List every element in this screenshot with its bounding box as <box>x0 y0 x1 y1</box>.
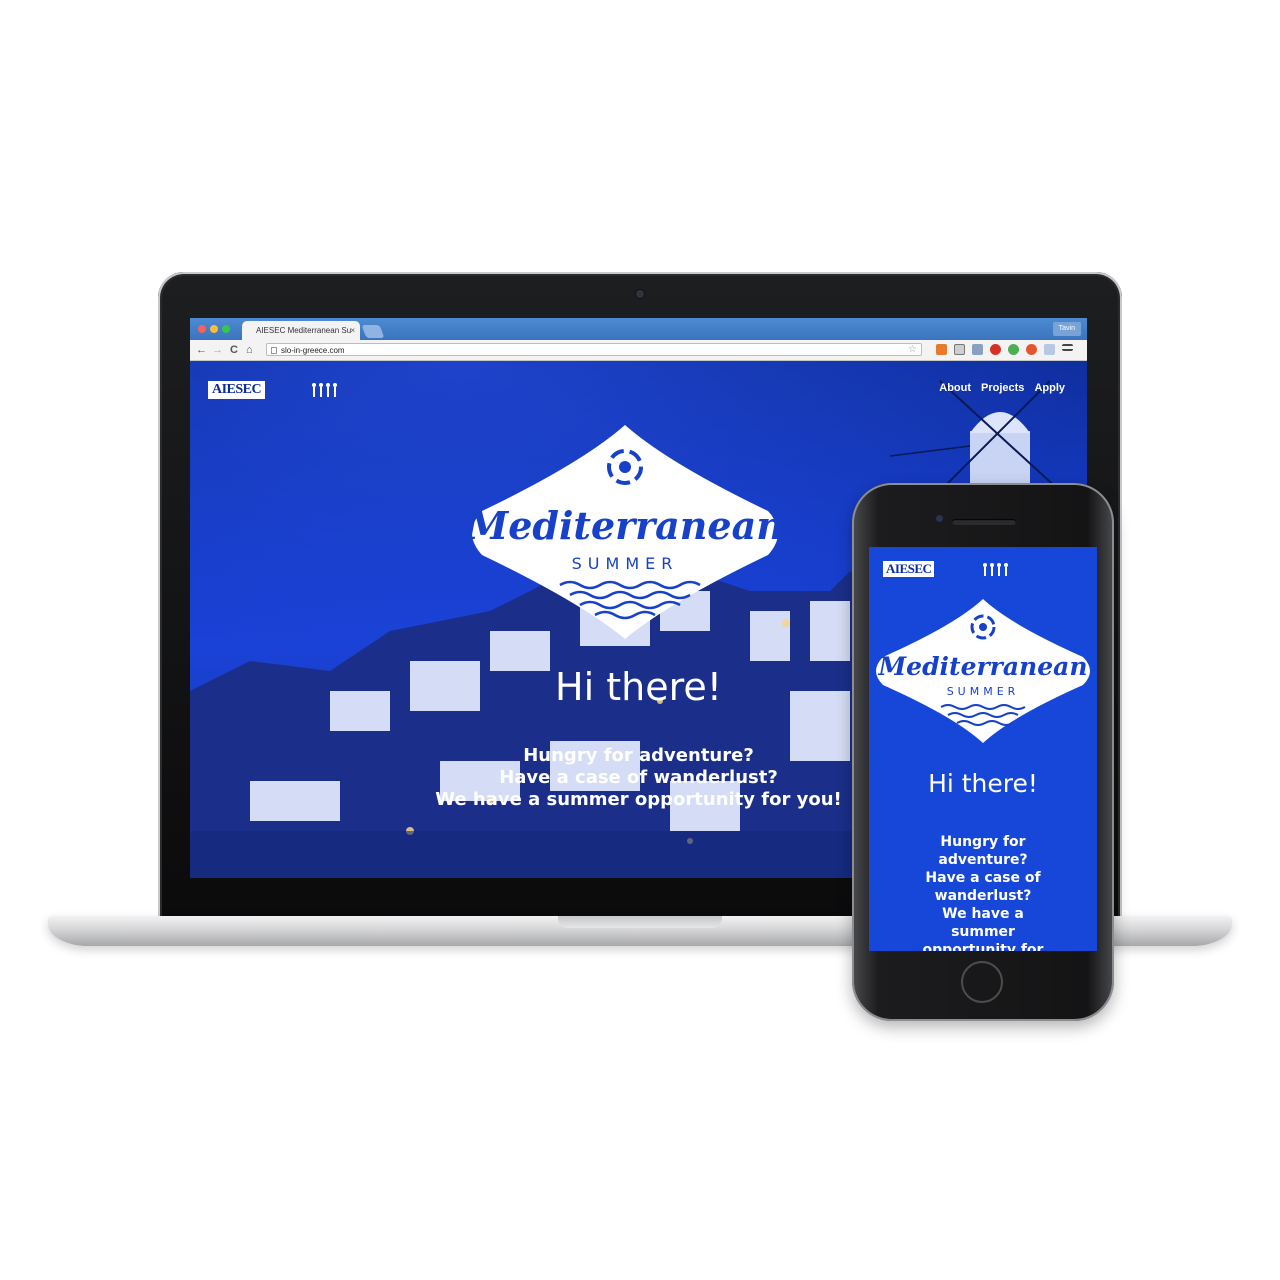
menu-icon[interactable] <box>1062 344 1073 351</box>
hero-line: summer <box>951 924 1015 940</box>
site-nav: About Projects Apply <box>939 382 1065 394</box>
phone: AIESEC Mediterranean SUMMER Hi there! Hu… <box>852 483 1114 1021</box>
aiesec-logo[interactable]: AIESEC <box>883 561 935 577</box>
user-profile-button[interactable]: Tavin <box>1052 322 1081 336</box>
aiesec-figures-icon <box>310 381 340 399</box>
aiesec-figures-icon <box>981 561 1011 582</box>
extension-icon[interactable] <box>1008 344 1019 355</box>
speaker-grille <box>952 519 1016 525</box>
nav-projects-link[interactable]: Projects <box>981 382 1024 394</box>
nav-about-link[interactable]: About <box>939 382 971 394</box>
camera-icon <box>636 290 644 298</box>
badge-title: Mediterranean <box>877 652 1087 681</box>
camera-icon <box>936 515 943 522</box>
phone-screen: AIESEC Mediterranean SUMMER Hi there! Hu… <box>869 547 1097 951</box>
badge-subtitle: SUMMER <box>572 554 679 573</box>
hero-line: We have a <box>942 906 1024 922</box>
home-button[interactable] <box>961 961 1003 1003</box>
extension-icon[interactable] <box>954 344 965 355</box>
tab-title: AIESEC Mediterranean Su <box>256 326 352 335</box>
hero-line: wanderlust? <box>934 888 1032 904</box>
maximize-window-button[interactable] <box>222 325 230 333</box>
browser-toolbar: ← → C ⌂ slo-in-greece.com ☆ <box>190 340 1087 361</box>
new-tab-button[interactable] <box>361 325 385 338</box>
badge-subtitle: SUMMER <box>947 685 1020 698</box>
browser-tab[interactable]: AIESEC Mediterranean Su × <box>242 321 360 340</box>
hero-line: adventure? <box>938 852 1028 868</box>
laptop-notch <box>558 916 722 928</box>
tab-close-icon[interactable]: × <box>350 321 355 340</box>
forward-button[interactable]: → <box>212 343 223 357</box>
nav-apply-link[interactable]: Apply <box>1034 382 1065 394</box>
star-icon[interactable]: ☆ <box>908 343 917 356</box>
hero-text: Hungry for adventure? Have a case of wan… <box>869 833 1097 951</box>
mediterranean-summer-badge: Mediterranean SUMMER <box>468 425 782 639</box>
hero-line: opportunity for <box>922 942 1044 951</box>
minimize-window-button[interactable] <box>210 325 218 333</box>
aiesec-logo[interactable]: AIESEC <box>208 381 266 399</box>
browser-tab-strip: AIESEC Mediterranean Su × Tavin <box>190 318 1087 340</box>
back-button[interactable]: ← <box>196 343 207 357</box>
hero-line: Have a case of <box>925 870 1041 886</box>
extension-icon[interactable] <box>972 344 983 355</box>
extension-icon[interactable] <box>1026 344 1037 355</box>
mediterranean-summer-badge: Mediterranean SUMMER <box>876 599 1090 743</box>
hero-line: Hungry for <box>940 834 1026 850</box>
url-text: slo-in-greece.com <box>281 346 345 355</box>
home-button[interactable]: ⌂ <box>246 343 253 357</box>
page-icon <box>271 347 277 354</box>
badge-title: Mediterranean <box>468 503 782 548</box>
address-bar[interactable]: slo-in-greece.com ☆ <box>266 343 922 356</box>
hero-greeting: Hi there! <box>928 769 1038 798</box>
rss-icon[interactable] <box>936 344 947 355</box>
close-window-button[interactable] <box>198 325 206 333</box>
adblock-icon[interactable] <box>990 344 1001 355</box>
reload-button[interactable]: C <box>230 343 238 357</box>
extension-icon[interactable] <box>1044 344 1055 355</box>
